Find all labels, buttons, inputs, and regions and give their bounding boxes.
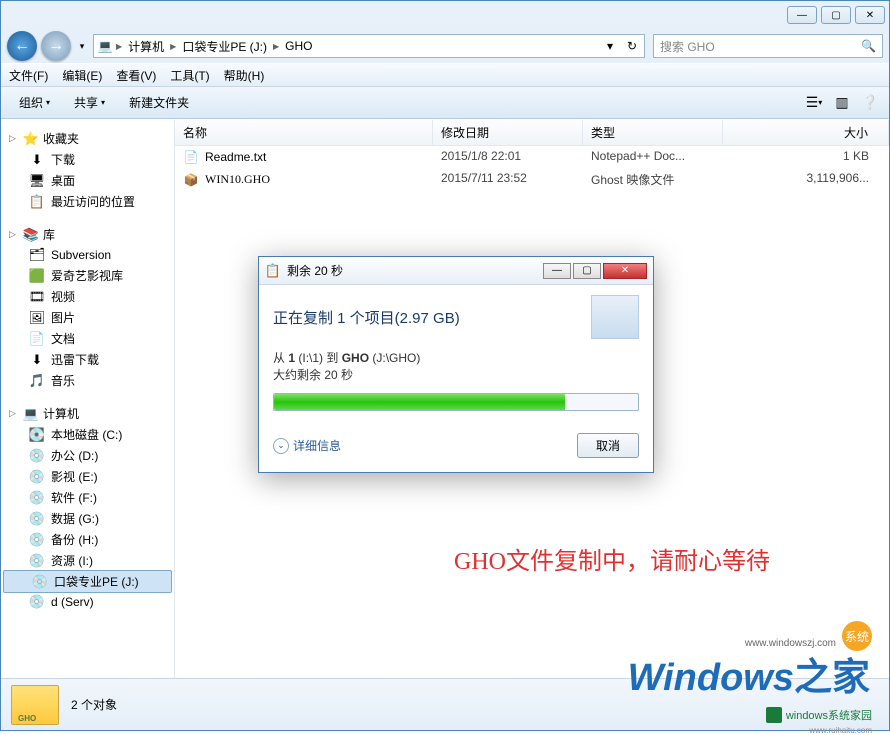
txt-file-icon: 📄 xyxy=(183,149,199,165)
col-type[interactable]: 类型 xyxy=(583,120,723,145)
computer-icon: 💻 xyxy=(96,37,114,55)
history-dropdown[interactable]: ▾ xyxy=(75,36,89,56)
gho-file-icon: 📦 xyxy=(183,172,199,188)
sidebar-item-documents[interactable]: 📄文档 xyxy=(1,328,174,349)
details-toggle[interactable]: ⌄ 详细信息 xyxy=(273,437,341,454)
address-dropdown[interactable]: ▾ xyxy=(600,36,620,56)
sidebar-item-iqiyi[interactable]: 🟩爱奇艺影视库 xyxy=(1,265,174,286)
dialog-titlebar[interactable]: 📋 剩余 20 秒 — ▢ ✕ xyxy=(259,257,653,285)
forward-button[interactable]: → xyxy=(41,31,71,61)
refresh-icon[interactable]: ↻ xyxy=(622,36,642,56)
minimize-button[interactable]: — xyxy=(787,6,817,24)
menu-file[interactable]: 文件(F) xyxy=(9,67,48,84)
sidebar-item-music[interactable]: 🎵音乐 xyxy=(1,370,174,391)
chevron-right-icon: ▶ xyxy=(271,42,281,51)
star-icon: ⭐ xyxy=(23,131,39,147)
sidebar-item-videos[interactable]: 🎞视频 xyxy=(1,286,174,307)
maximize-button[interactable]: ▢ xyxy=(821,6,851,24)
sidebar-favorites[interactable]: ▷⭐收藏夹 xyxy=(1,128,174,149)
sidebar-drive-c[interactable]: 💽本地磁盘 (C:) xyxy=(1,424,174,445)
dialog-title: 剩余 20 秒 xyxy=(287,262,537,279)
back-button[interactable]: ← xyxy=(7,31,37,61)
download-icon: ⬇ xyxy=(29,152,45,168)
crumb-drive[interactable]: 口袋专业PE (J:) xyxy=(178,35,271,57)
chevron-right-icon: ▶ xyxy=(168,42,178,51)
menu-view[interactable]: 查看(V) xyxy=(116,67,156,84)
help-icon[interactable]: ❔ xyxy=(859,92,881,114)
toolbar: 组织▾ 共享▾ 新建文件夹 ☰ ▾ ▥ ❔ xyxy=(1,87,889,119)
navbar: ← → ▾ 💻 ▶ 计算机 ▶ 口袋专业PE (J:) ▶ GHO ▾ ↻ 搜索… xyxy=(1,29,889,63)
file-row[interactable]: 📦WIN10.GHO 2015/7/11 23:52 Ghost 映像文件 3,… xyxy=(175,168,889,191)
organize-button[interactable]: 组织▾ xyxy=(9,91,60,114)
sidebar-item-subversion[interactable]: 🗂Subversion xyxy=(1,245,174,265)
sidebar-libraries[interactable]: ▷📚库 xyxy=(1,224,174,245)
new-folder-button[interactable]: 新建文件夹 xyxy=(119,91,199,114)
file-thumbnail xyxy=(591,295,639,339)
col-date[interactable]: 修改日期 xyxy=(433,120,583,145)
dialog-header: 正在复制 1 个项目(2.97 GB) xyxy=(259,285,653,349)
sidebar-item-xunlei[interactable]: ⬇迅雷下载 xyxy=(1,349,174,370)
sidebar-item-pictures[interactable]: 🖼图片 xyxy=(1,307,174,328)
sidebar-item-desktop[interactable]: 🖥桌面 xyxy=(1,170,174,191)
file-row[interactable]: 📄Readme.txt 2015/1/8 22:01 Notepad++ Doc… xyxy=(175,146,889,168)
progress-fill xyxy=(274,394,565,410)
search-input[interactable]: 搜索 GHO 🔍 xyxy=(653,34,883,58)
sidebar-drive-e[interactable]: 💿影视 (E:) xyxy=(1,466,174,487)
sidebar-item-downloads[interactable]: ⬇下载 xyxy=(1,149,174,170)
sidebar-drive-serv[interactable]: 💿d (Serv) xyxy=(1,592,174,612)
crumb-folder[interactable]: GHO xyxy=(281,35,316,57)
desktop-icon: 🖥 xyxy=(29,173,45,189)
watermark-logo: Windows之家 xyxy=(628,646,870,701)
sidebar: ▷⭐收藏夹 ⬇下载 🖥桌面 📋最近访问的位置 ▷📚库 🗂Subversion 🟩… xyxy=(1,120,175,678)
col-size[interactable]: 大小 xyxy=(723,120,889,145)
close-button[interactable]: ✕ xyxy=(855,6,885,24)
sidebar-drive-g[interactable]: 💿数据 (G:) xyxy=(1,508,174,529)
library-icon: 📚 xyxy=(23,227,39,243)
titlebar: — ▢ ✕ xyxy=(1,1,889,29)
crumb-computer[interactable]: 计算机 xyxy=(124,35,168,57)
search-icon: 🔍 xyxy=(861,39,876,53)
copy-dialog: 📋 剩余 20 秒 — ▢ ✕ 正在复制 1 个项目(2.97 GB) 从 1 … xyxy=(258,256,654,473)
preview-pane-button[interactable]: ▥ xyxy=(831,92,853,114)
sidebar-drive-h[interactable]: 💿备份 (H:) xyxy=(1,529,174,550)
dialog-headline: 正在复制 1 个项目(2.97 GB) xyxy=(273,307,460,328)
chevron-right-icon: ▶ xyxy=(114,42,124,51)
dialog-close-button[interactable]: ✕ xyxy=(603,263,647,279)
time-remaining: 大约剩余 20 秒 xyxy=(273,366,639,383)
sidebar-item-recent[interactable]: 📋最近访问的位置 xyxy=(1,191,174,212)
recent-icon: 📋 xyxy=(29,194,45,210)
menu-help[interactable]: 帮助(H) xyxy=(224,67,265,84)
sidebar-drive-d[interactable]: 💿办公 (D:) xyxy=(1,445,174,466)
menu-tools[interactable]: 工具(T) xyxy=(170,67,209,84)
dialog-minimize-button[interactable]: — xyxy=(543,263,571,279)
view-mode-button[interactable]: ☰ ▾ xyxy=(803,92,825,114)
menubar: 文件(F) 编辑(E) 查看(V) 工具(T) 帮助(H) xyxy=(1,63,889,87)
sidebar-drive-f[interactable]: 💿软件 (F:) xyxy=(1,487,174,508)
wall-icon xyxy=(766,707,782,723)
folder-thumbnail xyxy=(11,685,59,725)
address-bar[interactable]: 💻 ▶ 计算机 ▶ 口袋专业PE (J:) ▶ GHO ▾ ↻ xyxy=(93,34,645,58)
search-placeholder: 搜索 GHO xyxy=(660,38,715,55)
copy-icon: 📋 xyxy=(265,263,281,279)
dialog-body: 从 1 (I:\1) 到 GHO (J:\GHO) 大约剩余 20 秒 xyxy=(259,349,653,425)
cancel-button[interactable]: 取消 xyxy=(577,433,639,458)
col-name[interactable]: 名称 xyxy=(175,120,433,145)
watermark-small: windows系统家园 xyxy=(766,707,872,723)
column-headers: 名称 修改日期 类型 大小 xyxy=(175,120,889,146)
chevron-down-icon: ⌄ xyxy=(273,438,289,454)
progress-bar xyxy=(273,393,639,411)
share-button[interactable]: 共享▾ xyxy=(64,91,115,114)
sidebar-computer[interactable]: ▷💻计算机 xyxy=(1,403,174,424)
sidebar-drive-j[interactable]: 💿口袋专业PE (J:) xyxy=(3,570,172,593)
dialog-maximize-button[interactable]: ▢ xyxy=(573,263,601,279)
computer-icon: 💻 xyxy=(23,406,39,422)
menu-edit[interactable]: 编辑(E) xyxy=(62,67,102,84)
annotation-text: GHO文件复制中，请耐心等待 xyxy=(365,541,859,576)
status-count: 2 个对象 xyxy=(71,696,117,713)
dialog-footer: ⌄ 详细信息 取消 xyxy=(259,425,653,472)
sidebar-drive-i[interactable]: 💿资源 (I:) xyxy=(1,550,174,571)
copy-from-to: 从 1 (I:\1) 到 GHO (J:\GHO) xyxy=(273,349,639,366)
